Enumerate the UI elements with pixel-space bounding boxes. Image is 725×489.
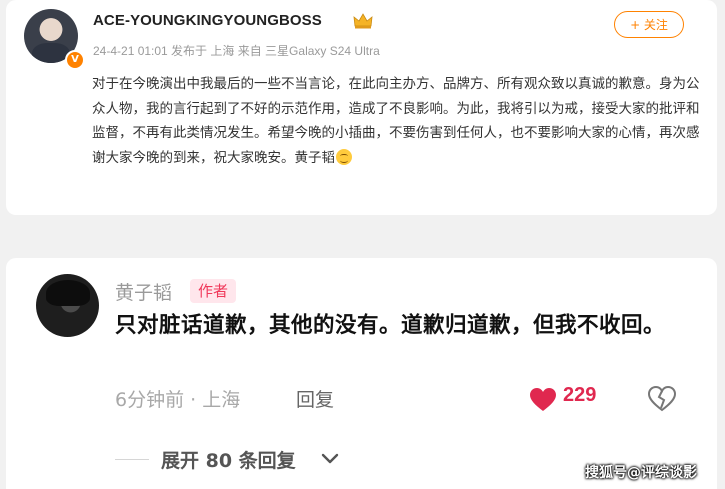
verified-v-icon: V (65, 50, 85, 70)
post-username[interactable]: ACE-YOUNGKINGYOUNGBOSS (93, 12, 322, 29)
divider (115, 459, 149, 460)
watermark: 搜狐号@评综谈影 (585, 465, 697, 481)
comment-author[interactable]: 黄子韬 (115, 278, 172, 305)
smile-emoji-icon (336, 148, 352, 165)
post-text: 对于在今晚演出中我最后的一些不当言论，在此向主办方、品牌方、所有观众致以真诚的歉… (92, 72, 702, 170)
heart-icon[interactable] (529, 387, 557, 413)
comment-card (6, 258, 717, 489)
post-body: 对于在今晚演出中我最后的一些不当言论，在此向主办方、品牌方、所有观众致以真诚的歉… (92, 76, 700, 166)
comment-meta: 6分钟前 · 上海 (115, 389, 241, 411)
like-count: 229 (563, 384, 597, 406)
follow-button[interactable]: + 关注 (614, 11, 684, 38)
post-meta: 24-4-21 01:01 发布于 上海 来自 三星Galaxy S24 Ult… (93, 44, 380, 58)
avatar[interactable] (36, 274, 99, 337)
crown-icon (353, 13, 373, 29)
broken-heart-icon[interactable] (648, 386, 676, 412)
expand-replies-button[interactable]: 展开 80 条回复 (161, 446, 296, 473)
chevron-down-icon[interactable] (320, 452, 340, 466)
reply-button[interactable]: 回复 (296, 385, 334, 412)
author-badge: 作者 (190, 279, 237, 303)
comment-text: 只对脏话道歉，其他的没有。道歉归道歉，但我不收回。 (115, 313, 666, 338)
